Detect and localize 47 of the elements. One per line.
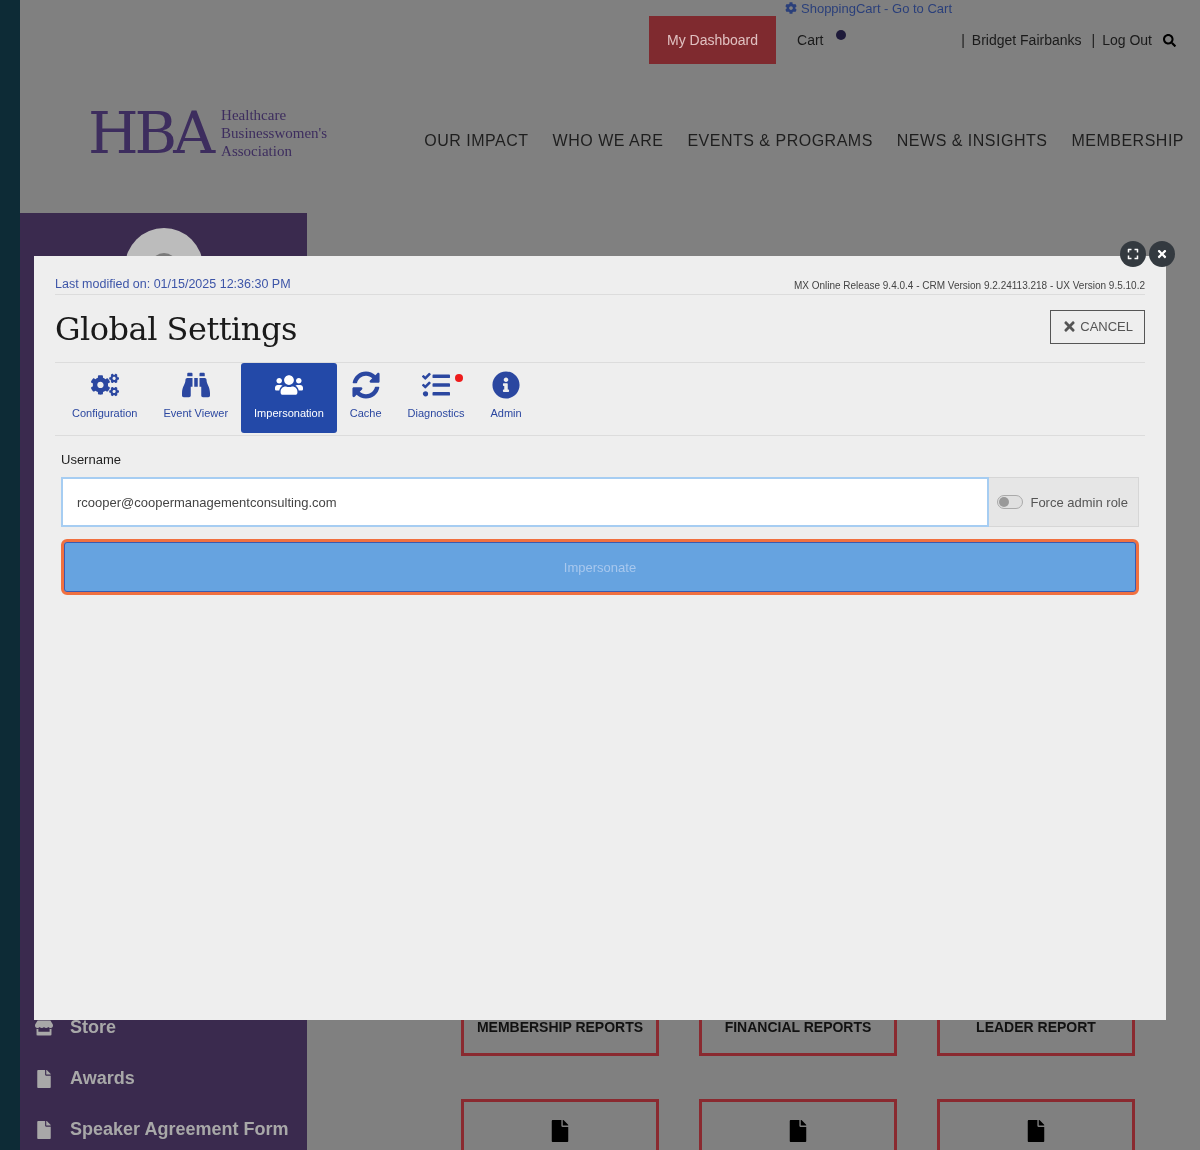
tab[interactable]: Diagnostics <box>394 363 478 433</box>
file-icon <box>35 1069 53 1088</box>
file-icon <box>35 1120 53 1139</box>
info-icon <box>492 371 520 399</box>
binoculars-icon <box>181 371 210 399</box>
dashboard-button[interactable]: My Dashboard <box>649 16 777 64</box>
store-icon <box>35 1018 53 1037</box>
user-link[interactable]: Bridget Fairbanks <box>971 32 1082 48</box>
cancel-button[interactable]: CANCEL <box>1050 309 1145 344</box>
field-label: Username <box>61 452 122 467</box>
logout-link[interactable]: Log Out <box>1102 32 1152 48</box>
nav-link[interactable]: MEMBERSHIP <box>1071 132 1184 150</box>
cart-indicator <box>835 30 846 40</box>
dialog-title: Global Settings <box>55 309 297 348</box>
separator: | <box>1091 32 1096 48</box>
nav-link[interactable]: WHO WE ARE <box>552 132 664 150</box>
refresh-icon <box>351 371 380 399</box>
file-icon <box>549 1120 571 1142</box>
version-text: MX Online Release 9.4.0.4 - CRM Version 9.2.24113.218 - UX Version 9.5.10.2 <box>793 280 1145 291</box>
report-card[interactable] <box>461 1099 659 1150</box>
tab[interactable]: Admin <box>477 363 535 433</box>
cart-link[interactable]: Cart <box>797 32 824 48</box>
sidebar-item[interactable]: Speaker Agreement Form <box>35 1119 307 1140</box>
gears-icon <box>90 371 119 399</box>
nav-link[interactable]: NEWS & INSIGHTS <box>896 132 1048 150</box>
report-card[interactable] <box>699 1099 897 1150</box>
force-admin-toggle[interactable]: Force admin role <box>989 477 1139 527</box>
report-card[interactable] <box>937 1099 1135 1150</box>
tab[interactable]: Cache <box>336 363 395 433</box>
search-icon[interactable] <box>1163 33 1176 47</box>
cart-link[interactable]: ShoppingCart - Go to Cart <box>785 0 953 16</box>
tab[interactable]: Configuration <box>59 363 151 433</box>
close-icon <box>1156 248 1168 260</box>
sidebar-item[interactable]: Store <box>35 1017 307 1038</box>
file-icon <box>1025 1120 1047 1142</box>
gear-icon <box>785 2 797 14</box>
tab[interactable]: Event Viewer <box>150 363 242 433</box>
checklist-icon <box>422 371 450 399</box>
last-modified-text: Last modified on: 01/15/2025 12:36:30 PM <box>55 277 291 291</box>
tab[interactable]: Impersonation <box>241 363 337 433</box>
expand-icon <box>1127 248 1139 260</box>
nav-link[interactable]: EVENTS & PROGRAMS <box>687 132 873 150</box>
nav-link[interactable]: OUR IMPACT <box>424 132 529 150</box>
sidebar-item[interactable]: Awards <box>35 1068 307 1089</box>
username-field[interactable]: rcooper@coopermanagementconsulting.com <box>61 477 990 527</box>
separator: | <box>961 32 965 48</box>
file-icon <box>787 1120 809 1142</box>
